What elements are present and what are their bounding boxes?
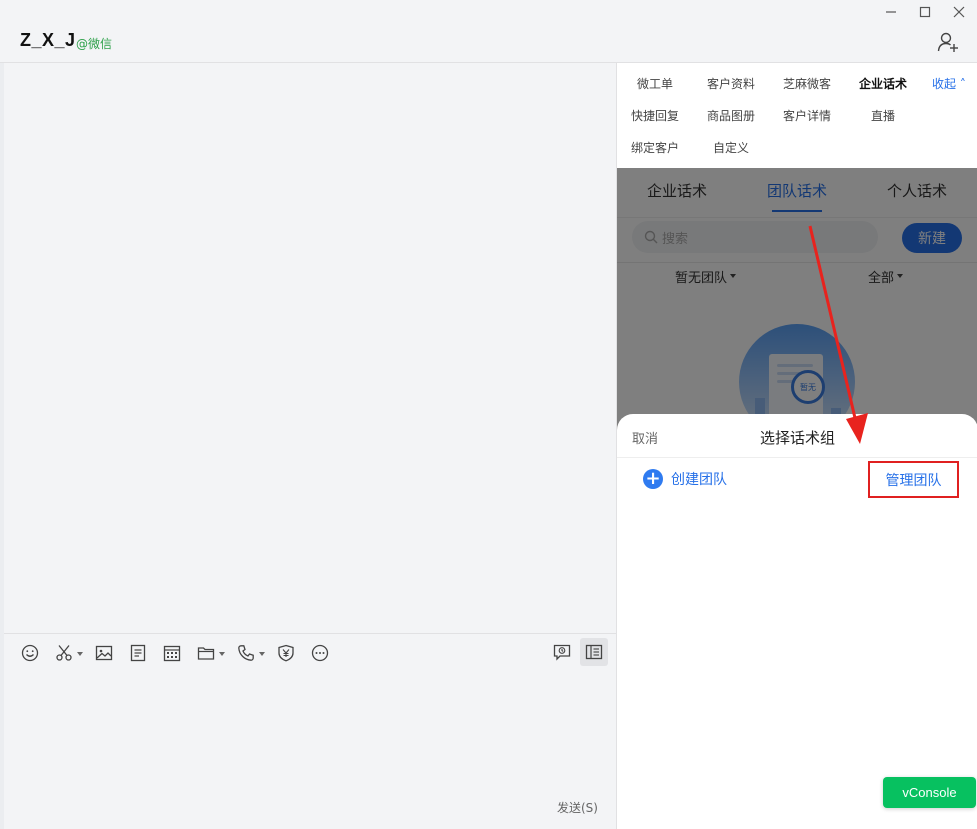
chevron-up-icon: ˄ — [959, 77, 966, 91]
chat-title: Z_X_J — [20, 30, 76, 50]
message-list[interactable] — [4, 63, 616, 633]
collapse-label: 收起 — [932, 77, 957, 91]
manage-team-button[interactable]: 管理团队 — [868, 461, 959, 498]
panel-tab-live[interactable]: 直播 — [845, 107, 921, 124]
document-icon[interactable] — [128, 643, 148, 663]
toolbar-right — [548, 638, 608, 666]
plus-circle-icon: + — [643, 469, 663, 489]
sheet-title: 选择话术组 — [759, 429, 835, 447]
send-button[interactable]: 发送(S) — [557, 799, 598, 816]
panel-tab-customer-detail[interactable]: 客户详情 — [769, 107, 845, 124]
select-group-sheet: 选择话术组 取消 + 创建团队 管理团队 — [617, 414, 977, 829]
add-member-icon[interactable] — [937, 31, 959, 53]
create-team-button[interactable]: + 创建团队 — [643, 469, 727, 489]
cancel-button[interactable]: 取消 — [632, 428, 658, 447]
panel-tab-zhima[interactable]: 芝麻微客 — [769, 75, 845, 92]
side-panel: 微工单 客户资料 芝麻微客 企业话术 收起 ˄ 快捷回复 商品图册 客户详情 直… — [616, 63, 977, 829]
message-input[interactable] — [4, 671, 616, 829]
phone-icon[interactable] — [236, 643, 265, 663]
vconsole-button[interactable]: vConsole — [883, 777, 976, 808]
chat-header: Z_X_J @微信 — [0, 0, 977, 63]
panel-tab-product-album[interactable]: 商品图册 — [693, 107, 769, 124]
panel-tab-customer-info[interactable]: 客户资料 — [693, 75, 769, 92]
sidebar-toggle-icon[interactable] — [580, 638, 608, 666]
emoji-icon[interactable] — [20, 643, 40, 663]
create-team-label: 创建团队 — [671, 472, 727, 488]
calendar-icon[interactable] — [162, 643, 182, 663]
panel-tab-grid: 微工单 客户资料 芝麻微客 企业话术 收起 ˄ 快捷回复 商品图册 客户详情 直… — [617, 63, 977, 168]
panel-tab-quick-reply[interactable]: 快捷回复 — [617, 107, 693, 124]
chat-source-tag: @微信 — [76, 37, 113, 51]
sheet-divider — [617, 457, 977, 458]
app-window: Z_X_J @微信 发送(S) 微工单 客户资料 芝麻微客 企业话术 收起 ˄ … — [0, 0, 977, 829]
payment-shield-icon[interactable] — [276, 643, 296, 663]
more-icon[interactable] — [310, 643, 330, 663]
screenshot-scissors-icon[interactable] — [54, 643, 83, 663]
panel-tab-bind-customer[interactable]: 绑定客户 — [617, 139, 693, 156]
image-icon[interactable] — [94, 643, 114, 663]
chat-history-icon[interactable] — [548, 638, 576, 666]
panel-tab-enterprise-script[interactable]: 企业话术 — [845, 75, 921, 92]
folder-icon[interactable] — [196, 643, 225, 663]
panel-tab-custom[interactable]: 自定义 — [693, 139, 769, 156]
panel-tab-ticket[interactable]: 微工单 — [617, 75, 693, 92]
collapse-button[interactable]: 收起 ˄ — [932, 75, 966, 92]
input-toolbar — [4, 633, 616, 671]
